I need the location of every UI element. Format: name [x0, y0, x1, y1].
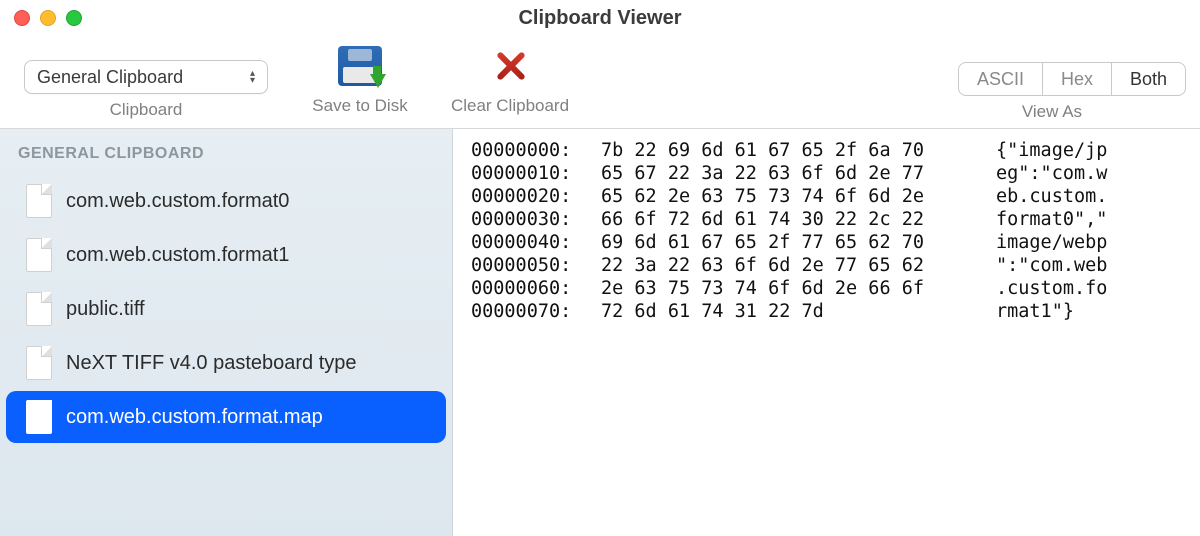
list-item-label: com.web.custom.format0	[66, 190, 289, 213]
hex-bytes: 66 6f 72 6d 61 74 30 22 2c 22	[601, 208, 996, 231]
viewas-ascii[interactable]: ASCII	[958, 62, 1043, 96]
viewas-both[interactable]: Both	[1111, 62, 1186, 96]
hex-offset: 00000070:	[471, 300, 601, 323]
clipboard-label: Clipboard	[110, 100, 183, 120]
hex-offset: 00000040:	[471, 231, 601, 254]
hex-row: 00000030: 66 6f 72 6d 61 74 30 22 2c 22 …	[471, 208, 1182, 231]
clear-label: Clear Clipboard	[451, 96, 569, 116]
file-icon	[26, 346, 52, 380]
list-item[interactable]: com.web.custom.format.map	[6, 391, 446, 443]
x-icon	[490, 46, 530, 86]
list-item-label: NeXT TIFF v4.0 pasteboard type	[66, 352, 357, 375]
hex-offset: 00000020:	[471, 185, 601, 208]
hex-bytes: 65 62 2e 63 75 73 74 6f 6d 2e	[601, 185, 996, 208]
minimize-window-button[interactable]	[40, 10, 56, 26]
hex-bytes: 65 67 22 3a 22 63 6f 6d 2e 77	[601, 162, 996, 185]
save-group: Save to Disk	[290, 42, 430, 116]
hex-row: 00000050: 22 3a 22 63 6f 6d 2e 77 65 62 …	[471, 254, 1182, 277]
hex-bytes: 72 6d 61 74 31 22 7d	[601, 300, 996, 323]
sidebar-header: General Clipboard	[0, 139, 452, 173]
save-to-disk-button[interactable]	[336, 42, 384, 90]
hex-view: 00000000: 7b 22 69 6d 61 67 65 2f 6a 70 …	[453, 129, 1200, 536]
file-icon	[26, 238, 52, 272]
hex-ascii: {"image/jp	[996, 139, 1182, 162]
hex-offset: 00000050:	[471, 254, 601, 277]
sidebar: General Clipboard com.web.custom.format0…	[0, 129, 453, 536]
hex-bytes: 2e 63 75 73 74 6f 6d 2e 66 6f	[601, 277, 996, 300]
hex-row: 00000070: 72 6d 61 74 31 22 7d rmat1"}	[471, 300, 1182, 323]
hex-row: 00000040: 69 6d 61 67 65 2f 77 65 62 70 …	[471, 231, 1182, 254]
hex-bytes: 22 3a 22 63 6f 6d 2e 77 65 62	[601, 254, 996, 277]
list-item[interactable]: public.tiff	[6, 283, 446, 335]
viewas-segmented: ASCII Hex Both	[958, 62, 1186, 96]
hex-bytes: 7b 22 69 6d 61 67 65 2f 6a 70	[601, 139, 996, 162]
close-window-button[interactable]	[14, 10, 30, 26]
titlebar: Clipboard Viewer	[0, 0, 1200, 36]
hex-ascii: image/webp	[996, 231, 1182, 254]
file-icon	[26, 292, 52, 326]
hex-row: 00000010: 65 67 22 3a 22 63 6f 6d 2e 77 …	[471, 162, 1182, 185]
hex-ascii: eg":"com.w	[996, 162, 1182, 185]
zoom-window-button[interactable]	[66, 10, 82, 26]
file-icon	[26, 184, 52, 218]
save-label: Save to Disk	[312, 96, 407, 116]
clipboard-group: General Clipboard ▴▾ Clipboard	[14, 42, 278, 120]
content: General Clipboard com.web.custom.format0…	[0, 128, 1200, 536]
clipboard-select-value: General Clipboard	[37, 67, 183, 88]
viewas-hex[interactable]: Hex	[1042, 62, 1112, 96]
viewas-label: View As	[1022, 102, 1082, 122]
traffic-lights	[14, 10, 82, 26]
hex-ascii: rmat1"}	[996, 300, 1182, 323]
hex-ascii: format0","	[996, 208, 1182, 231]
toolbar: General Clipboard ▴▾ Clipboard Save to D…	[0, 36, 1200, 128]
hex-offset: 00000030:	[471, 208, 601, 231]
clipboard-select[interactable]: General Clipboard ▴▾	[24, 60, 268, 94]
hex-bytes: 69 6d 61 67 65 2f 77 65 62 70	[601, 231, 996, 254]
clear-group: Clear Clipboard	[430, 42, 590, 116]
chevron-up-down-icon: ▴▾	[250, 70, 255, 84]
hex-offset: 00000000:	[471, 139, 601, 162]
list-item[interactable]: NeXT TIFF v4.0 pasteboard type	[6, 337, 446, 389]
list-item-label: com.web.custom.format.map	[66, 406, 323, 429]
clear-clipboard-button[interactable]	[486, 42, 534, 90]
hex-ascii: .custom.fo	[996, 277, 1182, 300]
list-item[interactable]: com.web.custom.format1	[6, 229, 446, 281]
window-title: Clipboard Viewer	[518, 7, 681, 30]
hex-ascii: eb.custom.	[996, 185, 1182, 208]
hex-row: 00000020: 65 62 2e 63 75 73 74 6f 6d 2e …	[471, 185, 1182, 208]
hex-row: 00000000: 7b 22 69 6d 61 67 65 2f 6a 70 …	[471, 139, 1182, 162]
file-icon	[26, 400, 52, 434]
list-item-label: public.tiff	[66, 298, 145, 321]
floppy-disk-icon	[338, 46, 382, 86]
hex-row: 00000060: 2e 63 75 73 74 6f 6d 2e 66 6f …	[471, 277, 1182, 300]
hex-offset: 00000060:	[471, 277, 601, 300]
viewas-group: ASCII Hex Both View As	[958, 42, 1186, 122]
hex-offset: 00000010:	[471, 162, 601, 185]
hex-ascii: ":"com.web	[996, 254, 1182, 277]
list-item[interactable]: com.web.custom.format0	[6, 175, 446, 227]
list-item-label: com.web.custom.format1	[66, 244, 289, 267]
